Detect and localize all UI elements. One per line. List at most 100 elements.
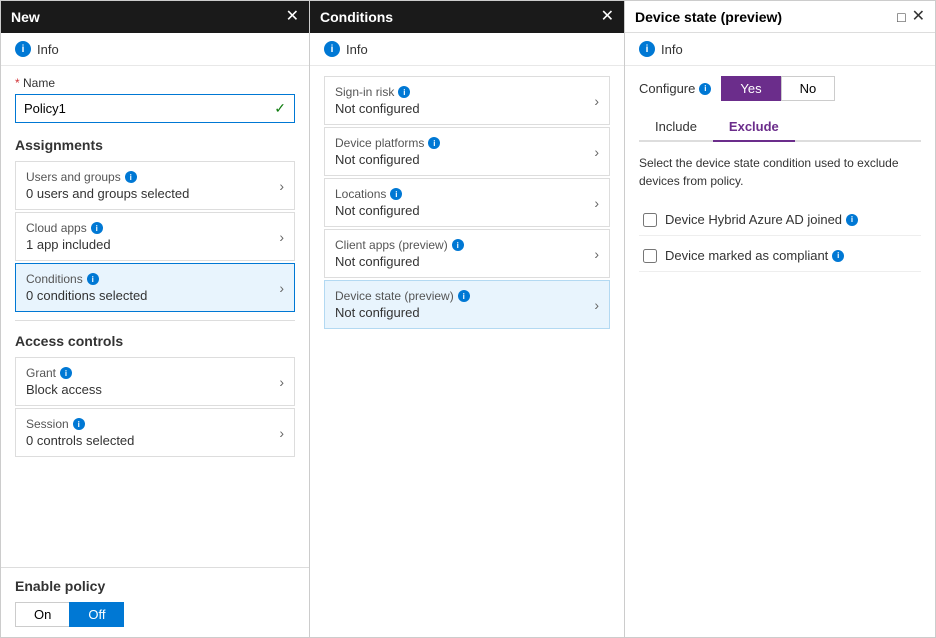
restore-button[interactable]: □ xyxy=(897,10,905,24)
device-platforms-item[interactable]: Device platforms i Not configured › xyxy=(324,127,610,176)
new-title: New xyxy=(11,9,40,25)
middle-info-label: Info xyxy=(346,42,368,57)
checkbox2-info-icon: i xyxy=(832,250,844,262)
name-field-row: * Name Policy1 ✓ xyxy=(15,76,295,123)
grant-info-icon: i xyxy=(60,367,72,379)
header-actions: □ ✕ xyxy=(897,9,925,25)
grant-chevron: › xyxy=(279,374,284,390)
toggle-on-button[interactable]: On xyxy=(15,602,69,627)
close-icon: ✕ xyxy=(286,8,299,25)
cloud-apps-chevron: › xyxy=(279,229,284,245)
left-panel-close-button[interactable]: ✕ xyxy=(286,9,299,25)
cloud-apps-item[interactable]: Cloud apps i 1 app included › xyxy=(15,212,295,261)
session-text: Session i 0 controls selected xyxy=(26,417,279,448)
configure-info-icon: i xyxy=(699,83,711,95)
grant-item[interactable]: Grant i Block access › xyxy=(15,357,295,406)
session-info-icon: i xyxy=(73,418,85,430)
sign-in-risk-info-icon: i xyxy=(398,86,410,98)
locations-info-icon: i xyxy=(390,188,402,200)
conditions-text: Conditions i 0 conditions selected xyxy=(26,272,279,303)
left-panel-header: New ✕ xyxy=(1,1,309,33)
policy-name-value: Policy1 xyxy=(24,101,66,116)
checkbox-compliant[interactable] xyxy=(643,249,657,263)
session-item[interactable]: Session i 0 controls selected › xyxy=(15,408,295,457)
sign-in-risk-value: Not configured xyxy=(335,101,594,116)
check-icon: ✓ xyxy=(274,100,286,117)
toggle-off-button[interactable]: Off xyxy=(69,602,124,627)
device-platforms-title: Device platforms i xyxy=(335,136,594,150)
right-panel-close-button[interactable]: ✕ xyxy=(912,9,925,25)
configure-btn-group: Yes No xyxy=(721,76,835,101)
required-star: * xyxy=(15,76,20,90)
users-and-groups-item[interactable]: Users and groups i 0 users and groups se… xyxy=(15,161,295,210)
sign-in-risk-title: Sign-in risk i xyxy=(335,85,594,99)
conditions-value: 0 conditions selected xyxy=(26,288,279,303)
configure-label: Configure i xyxy=(639,81,711,96)
middle-info-icon: i xyxy=(324,41,340,57)
users-groups-value: 0 users and groups selected xyxy=(26,186,279,201)
tab-exclude[interactable]: Exclude xyxy=(713,113,795,142)
left-panel-info-bar: i Info xyxy=(1,33,309,66)
cloud-apps-value: 1 app included xyxy=(26,237,279,252)
description-text: Select the device state condition used t… xyxy=(639,154,921,190)
session-value: 0 controls selected xyxy=(26,433,279,448)
locations-text: Locations i Not configured xyxy=(335,187,594,218)
device-platforms-info-icon: i xyxy=(428,137,440,149)
checkbox-hybrid-azure-row: Device Hybrid Azure AD joined i xyxy=(639,204,921,236)
tab-include[interactable]: Include xyxy=(639,113,713,142)
right-panel-body: Configure i Yes No Include Exclude Selec… xyxy=(625,66,935,637)
configure-yes-button[interactable]: Yes xyxy=(721,76,780,101)
right-panel-info-bar: i Info xyxy=(625,33,935,66)
middle-panel-close-button[interactable]: ✕ xyxy=(601,9,614,25)
device-platforms-chevron: › xyxy=(594,144,599,160)
info-icon: i xyxy=(15,41,31,57)
sign-in-risk-item[interactable]: Sign-in risk i Not configured › xyxy=(324,76,610,125)
conditions-item[interactable]: Conditions i 0 conditions selected › xyxy=(15,263,295,312)
restore-icon: □ xyxy=(897,9,905,25)
close-icon-right: ✕ xyxy=(912,8,925,25)
toggle-group: On Off xyxy=(15,602,295,627)
middle-panel: Conditions ✕ i Info Sign-in risk i Not c… xyxy=(310,0,625,638)
device-state-text: Device state (preview) i Not configured xyxy=(335,289,594,320)
name-field-label: * Name xyxy=(15,76,295,90)
client-apps-title: Client apps (preview) i xyxy=(335,238,594,252)
device-state-item[interactable]: Device state (preview) i Not configured … xyxy=(324,280,610,329)
users-groups-text: Users and groups i 0 users and groups se… xyxy=(26,170,279,201)
checkbox-compliant-row: Device marked as compliant i xyxy=(639,240,921,272)
sign-in-risk-text: Sign-in risk i Not configured xyxy=(335,85,594,116)
users-info-icon: i xyxy=(125,171,137,183)
enable-policy-section: Enable policy On Off xyxy=(1,567,309,637)
checkbox-hybrid-azure[interactable] xyxy=(643,213,657,227)
locations-value: Not configured xyxy=(335,203,594,218)
device-state-info-icon: i xyxy=(458,290,470,302)
client-apps-item[interactable]: Client apps (preview) i Not configured › xyxy=(324,229,610,278)
assignments-title: Assignments xyxy=(15,137,295,153)
right-panel-header: Device state (preview) □ ✕ xyxy=(625,1,935,33)
configure-no-button[interactable]: No xyxy=(781,76,836,101)
left-panel-body: * Name Policy1 ✓ Assignments Users and g… xyxy=(1,66,309,567)
left-panel: New ✕ i Info * Name Policy1 ✓ Assignment… xyxy=(0,0,310,638)
conditions-title: Conditions xyxy=(320,9,393,25)
divider-1 xyxy=(15,320,295,321)
middle-panel-body: Sign-in risk i Not configured › Device p… xyxy=(310,66,624,637)
grant-title: Grant i xyxy=(26,366,279,380)
configure-row: Configure i Yes No xyxy=(639,76,921,101)
device-state-value: Not configured xyxy=(335,305,594,320)
checkbox-compliant-label: Device marked as compliant i xyxy=(665,248,844,263)
enable-policy-title: Enable policy xyxy=(15,578,295,594)
client-apps-info-icon: i xyxy=(452,239,464,251)
grant-value: Block access xyxy=(26,382,279,397)
policy-name-input-wrapper[interactable]: Policy1 ✓ xyxy=(15,94,295,123)
sign-in-risk-chevron: › xyxy=(594,93,599,109)
locations-title: Locations i xyxy=(335,187,594,201)
cloud-apps-text: Cloud apps i 1 app included xyxy=(26,221,279,252)
device-platforms-text: Device platforms i Not configured xyxy=(335,136,594,167)
conditions-title: Conditions i xyxy=(26,272,279,286)
session-title: Session i xyxy=(26,417,279,431)
locations-item[interactable]: Locations i Not configured › xyxy=(324,178,610,227)
left-info-label: Info xyxy=(37,42,59,57)
conditions-info-icon: i xyxy=(87,273,99,285)
close-icon-middle: ✕ xyxy=(601,8,614,25)
users-groups-title: Users and groups i xyxy=(26,170,279,184)
device-state-title-right: Device state (preview) xyxy=(635,9,782,25)
